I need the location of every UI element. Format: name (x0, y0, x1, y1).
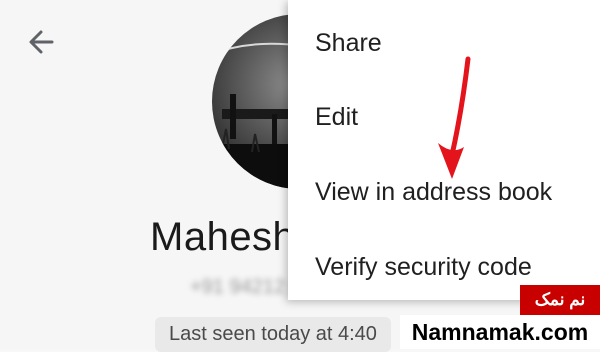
watermark-persian: نم نمک (520, 285, 600, 315)
red-arrow-icon (432, 55, 478, 185)
contact-info-screen: Mahesh +91 94212 00000 Last seen today a… (0, 0, 600, 352)
back-button[interactable] (22, 22, 62, 62)
watermark-website: Namnamak.com (400, 315, 600, 349)
arrow-left-icon (29, 30, 54, 54)
menu-item-label: Verify security code (315, 252, 532, 281)
menu-item-label: Share (315, 28, 382, 57)
menu-item-label: Edit (315, 102, 359, 131)
contact-name: Mahesh (150, 215, 296, 259)
last-seen-status: Last seen today at 4:40 (155, 317, 391, 352)
